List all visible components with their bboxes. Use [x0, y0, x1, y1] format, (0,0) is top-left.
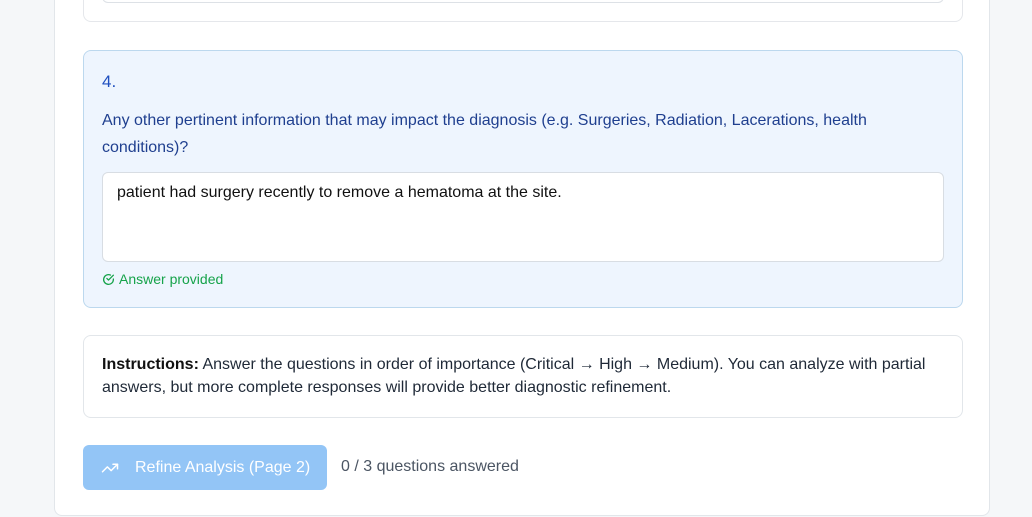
refine-analysis-button[interactable]: Refine Analysis (Page 2) — [83, 445, 327, 490]
question-number: 4. — [102, 72, 117, 91]
instructions-box: Instructions: Answer the questions in or… — [83, 335, 963, 418]
question-text: Any other pertinent information that may… — [102, 112, 867, 156]
instructions-text: Answer the questions in order of importa… — [102, 356, 926, 396]
previous-answer-field[interactable] — [102, 0, 944, 3]
trending-up-icon — [101, 463, 119, 472]
questions-card: 4. Any other pertinent information that … — [54, 0, 990, 516]
answer-status: Answer provided — [102, 271, 223, 287]
previous-question-box — [83, 0, 963, 22]
instructions-label: Instructions: — [102, 356, 199, 373]
check-circle-icon — [103, 273, 115, 285]
questions-progress: 0 / 3 questions answered — [341, 458, 519, 475]
answer-field[interactable]: patient had surgery recently to remove a… — [102, 172, 944, 262]
question-4-box: 4. Any other pertinent information that … — [83, 50, 963, 308]
refine-analysis-label: Refine Analysis (Page 2) — [135, 458, 311, 476]
answer-status-label: Answer provided — [119, 271, 224, 287]
